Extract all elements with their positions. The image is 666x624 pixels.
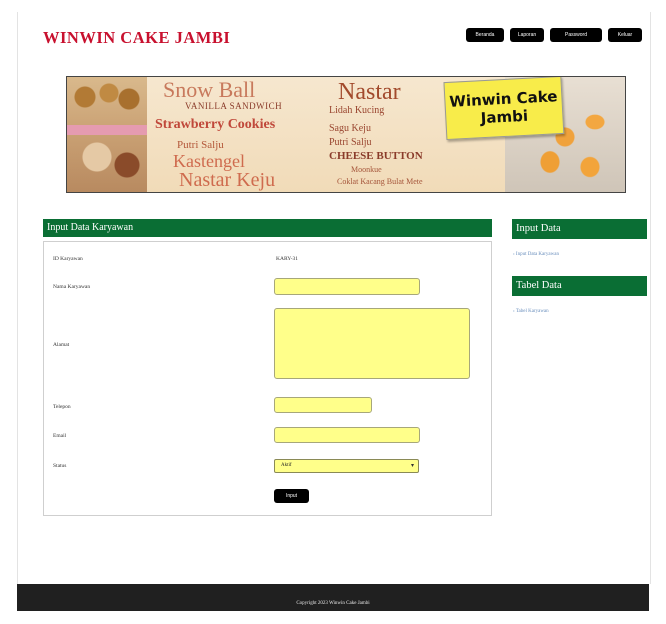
nama-karyawan-input[interactable] [274, 278, 420, 295]
banner-sticker-label: Winwin Cake Jambi [443, 77, 565, 141]
banner-text: Sagu Keju [329, 123, 371, 134]
brand-title: WINWIN CAKE JAMBI [43, 28, 231, 47]
banner-text: CHEESE BUTTON [329, 150, 423, 162]
banner-text: Nastar Keju [179, 169, 276, 191]
banner-text: Snow Ball [163, 77, 256, 102]
label-alamat: Alamat [53, 342, 70, 348]
label-nama-karyawan: Nama Karyawan [53, 284, 91, 290]
banner-text: Lidah Kucing [329, 105, 385, 116]
nav-beranda-button[interactable]: Beranda [466, 28, 504, 42]
form-title: Input Data Karyawan [43, 219, 492, 237]
alamat-textarea[interactable] [274, 308, 470, 379]
banner-text: Moonkue [351, 165, 382, 174]
top-navigation: Beranda Laporan Password Keluar [466, 28, 642, 42]
id-karyawan-value: KARY-31 [276, 256, 299, 262]
sidebar-input-header: Input Data [512, 219, 647, 239]
banner-text: Strawberry Cookies [155, 117, 276, 132]
sidebar-table-header: Tabel Data [512, 276, 647, 296]
banner-text: Nastar [338, 79, 401, 105]
label-email: Email [53, 433, 67, 439]
banner-text: Putri Salju [329, 137, 372, 148]
footer: Copyright 2023 Winwin Cake Jambi [17, 584, 649, 611]
banner-left-photo [67, 77, 147, 192]
banner-text: Coklat Kacang Bulat Mete [337, 177, 423, 186]
input-submit-button[interactable]: Input [274, 489, 309, 503]
nav-laporan-button[interactable]: Laporan [510, 28, 544, 42]
email-input[interactable] [274, 427, 420, 443]
banner-text: Putri Salju [177, 139, 224, 151]
banner-sticker: Winwin Cake Jambi [443, 77, 565, 144]
chevron-down-icon: ▾ [410, 463, 414, 469]
banner-image: Snow Ball VANILLA SANDWICH Strawberry Co… [66, 76, 626, 193]
nav-password-button[interactable]: Password [550, 28, 602, 42]
banner-text: VANILLA SANDWICH [185, 101, 283, 111]
label-id-karyawan: ID Karyawan [53, 256, 83, 262]
nav-keluar-button[interactable]: Keluar [608, 28, 642, 42]
status-selected-value: Aktif [281, 463, 292, 468]
telepon-input[interactable] [274, 397, 372, 413]
status-select[interactable]: Aktif ▾ [274, 459, 419, 473]
label-telepon: Telepon [53, 404, 71, 410]
sidebar-link-tabel-karyawan[interactable]: › Tabel Karyawan [513, 309, 549, 314]
label-status: Status [53, 463, 67, 469]
sidebar-link-input-karyawan[interactable]: › Input Data Karyawan [513, 252, 559, 257]
